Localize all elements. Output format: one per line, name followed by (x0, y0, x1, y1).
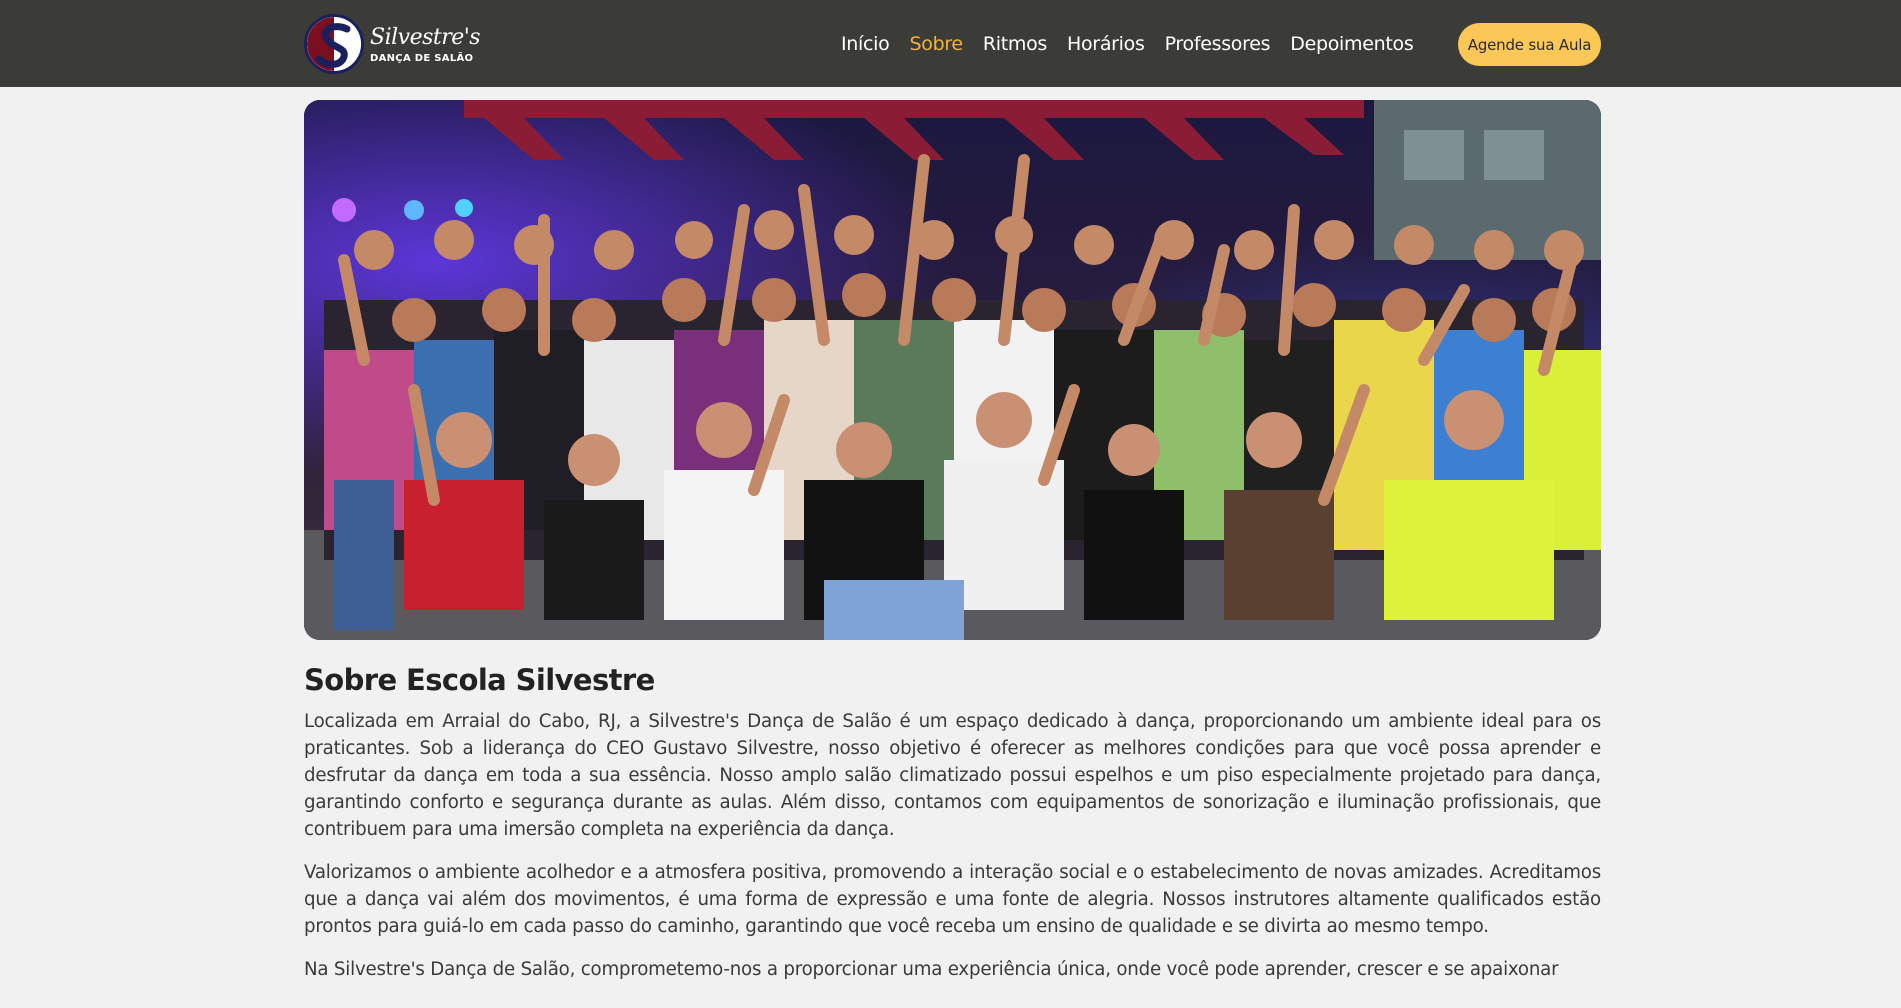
main-nav: Início Sobre Ritmos Horários Professores… (841, 30, 1433, 58)
nav-item-sobre[interactable]: Sobre (909, 30, 963, 58)
about-paragraph-2: Valorizamos o ambiente acolhedor e a atm… (304, 862, 1601, 937)
about-title: Sobre Escola Silvestre (304, 663, 655, 697)
logo-icon (304, 14, 364, 74)
logo-text: Silvestre's DANÇA DE SALÃO (370, 24, 481, 64)
schedule-class-button[interactable]: Agende sua Aula (1458, 23, 1601, 66)
brand-subtitle: DANÇA DE SALÃO (370, 52, 474, 64)
group-photo (304, 100, 1601, 640)
nav-item-professores[interactable]: Professores (1165, 30, 1271, 58)
nav-item-depoimentos[interactable]: Depoimentos (1290, 30, 1414, 58)
about-paragraph-3: Na Silvestre's Dança de Salão, compromet… (304, 959, 1559, 980)
nav-item-horarios[interactable]: Horários (1067, 30, 1145, 58)
group-photo-illustration (304, 100, 1601, 640)
nav-item-ritmos[interactable]: Ritmos (983, 30, 1047, 58)
brand-name: Silvestre's (370, 24, 481, 50)
about-paragraph-1: Localizada em Arraial do Cabo, RJ, a Sil… (304, 711, 1601, 840)
brand-logo-link[interactable]: Silvestre's DANÇA DE SALÃO (304, 12, 481, 76)
nav-item-inicio[interactable]: Início (841, 30, 890, 58)
about-section: Sobre Escola Silvestre Localizada em Arr… (304, 660, 1601, 999)
navbar: Silvestre's DANÇA DE SALÃO Início Sobre … (0, 0, 1901, 87)
